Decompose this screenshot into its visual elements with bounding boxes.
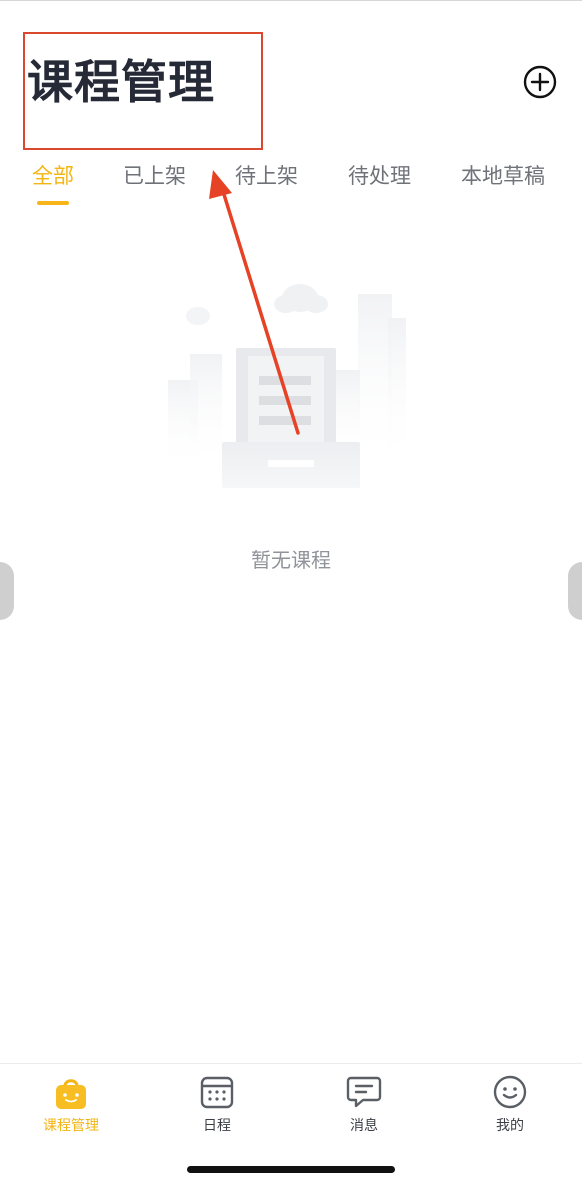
tab-local-drafts[interactable]: 本地草稿: [461, 158, 545, 194]
tabbar-item-messages[interactable]: 消息: [304, 1074, 424, 1136]
tab-listed[interactable]: 已上架: [123, 158, 186, 194]
empty-state-message: 暂无课程: [251, 548, 331, 572]
bag-icon: [56, 1079, 86, 1109]
tabbar-label: 我的: [496, 1118, 524, 1134]
tab-pending-processing[interactable]: 待处理: [348, 158, 411, 194]
tab-pending-listing[interactable]: 待上架: [235, 158, 298, 194]
status-tabs: 全部 已上架 待上架 待处理 本地草稿: [0, 158, 582, 208]
calendar-icon: [200, 1076, 234, 1109]
tab-all[interactable]: 全部: [32, 158, 74, 194]
left-edge-handle: [0, 562, 14, 620]
add-course-button[interactable]: [523, 65, 557, 99]
smile-icon: [493, 1075, 527, 1109]
tabbar-label: 课程管理: [43, 1118, 99, 1134]
tabbar-label: 日程: [203, 1118, 231, 1134]
home-indicator[interactable]: [187, 1166, 395, 1173]
active-tab-indicator: [37, 201, 69, 205]
tabbar-item-schedule[interactable]: 日程: [157, 1074, 277, 1136]
message-icon: [346, 1076, 382, 1108]
top-divider: [0, 0, 582, 1]
tabbar-label: 消息: [350, 1118, 378, 1134]
page-title: 课程管理: [27, 55, 215, 109]
empty-document-icon: [168, 284, 406, 488]
tabbar-item-mine[interactable]: 我的: [450, 1074, 570, 1136]
tabbar-item-course-management[interactable]: 课程管理: [11, 1074, 131, 1136]
right-edge-handle: [568, 562, 582, 620]
